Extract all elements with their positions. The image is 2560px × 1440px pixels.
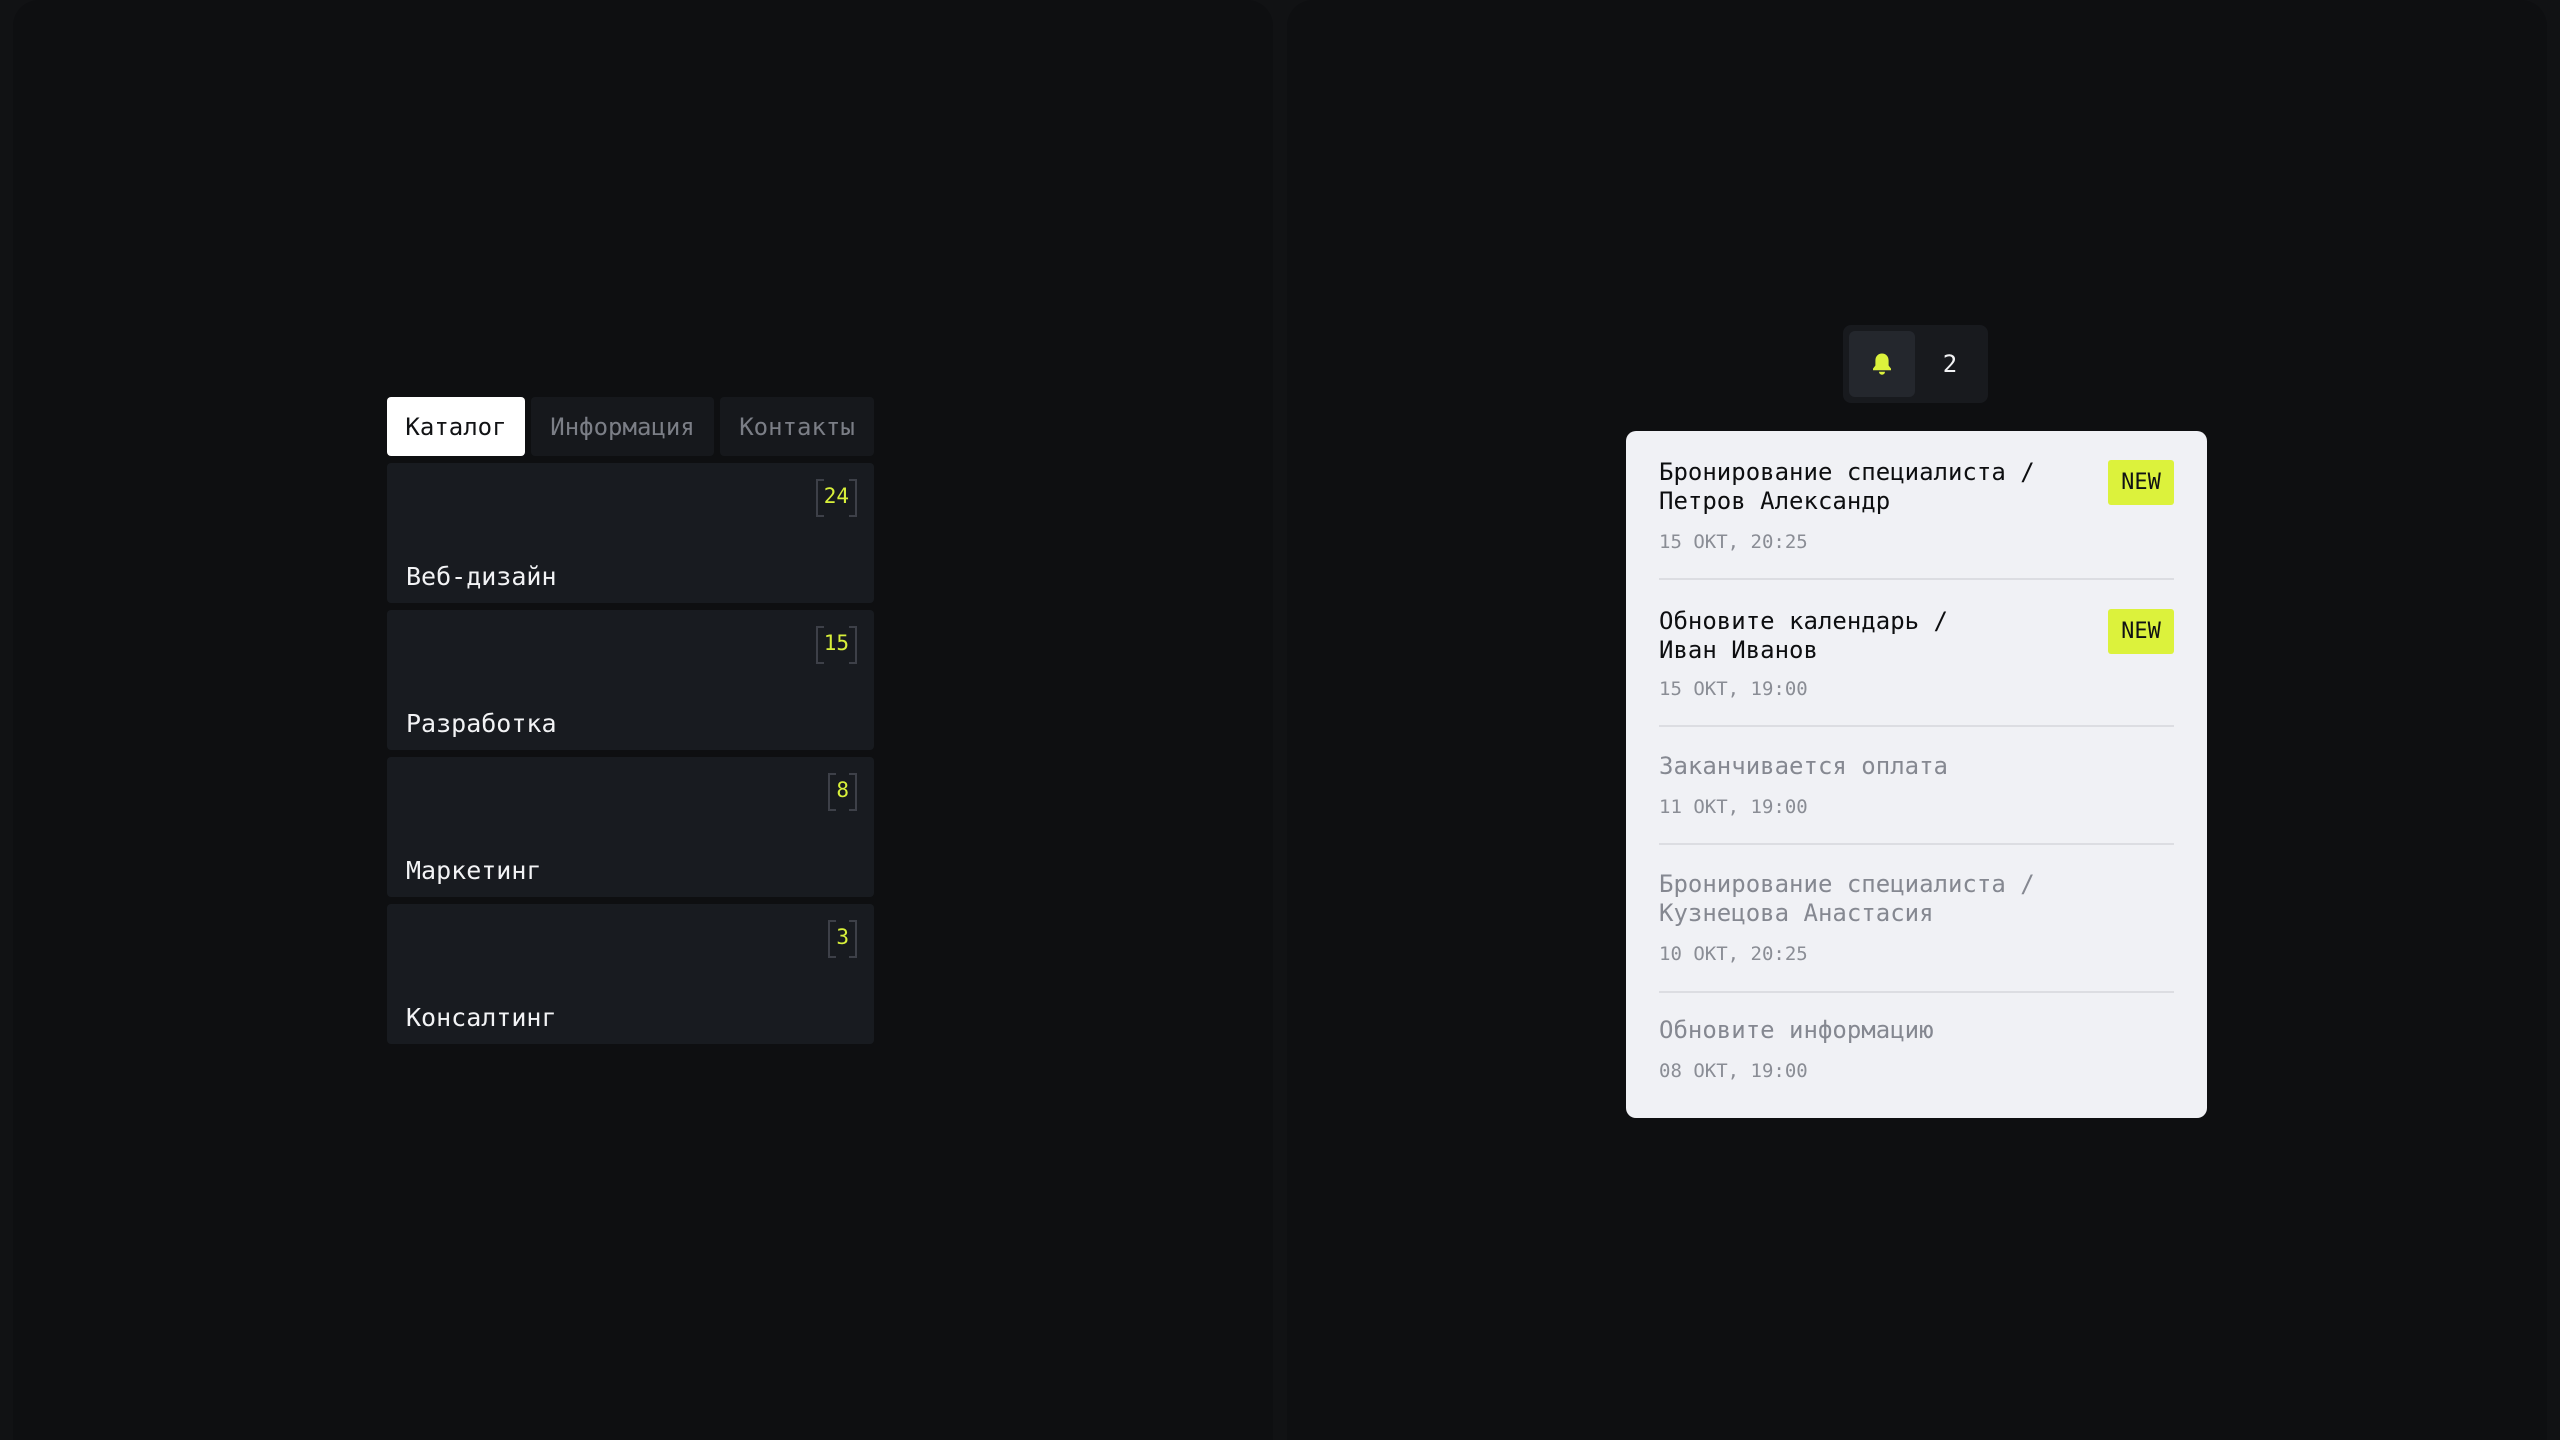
category-count: 3: [828, 920, 857, 958]
category-label: Разработка: [406, 709, 557, 738]
notification-item[interactable]: Обновите календарь / Иван Иванов NEW 15 …: [1659, 580, 2174, 727]
notification-title: Бронирование специалиста / Кузнецова Ана…: [1659, 870, 2035, 927]
notification-title: Заканчивается оплата: [1659, 752, 1948, 780]
category-card-marketing[interactable]: 8 Маркетинг: [387, 757, 874, 897]
notification-item[interactable]: Бронирование специалиста / Петров Алекса…: [1659, 431, 2174, 580]
new-badge: NEW: [2108, 460, 2174, 505]
new-badge: NEW: [2108, 609, 2174, 654]
notification-item[interactable]: Обновите информацию 08 ОКТ, 19:00: [1659, 993, 2174, 1113]
notification-count: 2: [1942, 350, 1958, 378]
tab-catalog[interactable]: Каталог: [387, 397, 525, 456]
notification-bar: 2: [1843, 325, 1988, 403]
category-label: Веб-дизайн: [406, 562, 557, 591]
notification-date: 15 ОКТ, 19:00: [1659, 678, 1808, 700]
category-count: 8: [828, 773, 857, 811]
notification-title: Обновите календарь / Иван Иванов: [1659, 607, 1948, 664]
notification-item[interactable]: Бронирование специалиста / Кузнецова Ана…: [1659, 845, 2174, 993]
catalog-widget: Каталог Информация Контакты 24 Веб-дизай…: [387, 397, 874, 1051]
notification-date: 15 ОКТ, 20:25: [1659, 531, 1808, 553]
catalog-tabs: Каталог Информация Контакты: [387, 397, 874, 456]
category-card-web-design[interactable]: 24 Веб-дизайн: [387, 463, 874, 603]
notification-title: Бронирование специалиста / Петров Алекса…: [1659, 458, 2035, 515]
notification-list: Бронирование специалиста / Петров Алекса…: [1626, 431, 2207, 1118]
category-card-development[interactable]: 15 Разработка: [387, 610, 874, 750]
notification-date: 08 ОКТ, 19:00: [1659, 1060, 1808, 1082]
category-list: 24 Веб-дизайн 15 Разработка 8 Маркетинг …: [387, 463, 874, 1044]
category-label: Маркетинг: [406, 856, 542, 885]
category-count: 15: [815, 626, 858, 664]
notification-title: Обновите информацию: [1659, 1016, 1934, 1044]
category-card-consulting[interactable]: 3 Консалтинг: [387, 904, 874, 1044]
category-count: 24: [815, 479, 858, 517]
tab-contacts[interactable]: Контакты: [720, 397, 874, 456]
category-label: Консалтинг: [406, 1003, 557, 1032]
notification-date: 10 ОКТ, 20:25: [1659, 943, 1808, 965]
bell-icon: [1873, 353, 1891, 375]
notification-bell-button[interactable]: [1849, 331, 1915, 397]
tab-information[interactable]: Информация: [531, 397, 714, 456]
notification-date: 11 ОКТ, 19:00: [1659, 796, 1808, 818]
notification-item[interactable]: Заканчивается оплата 11 ОКТ, 19:00: [1659, 727, 2174, 845]
